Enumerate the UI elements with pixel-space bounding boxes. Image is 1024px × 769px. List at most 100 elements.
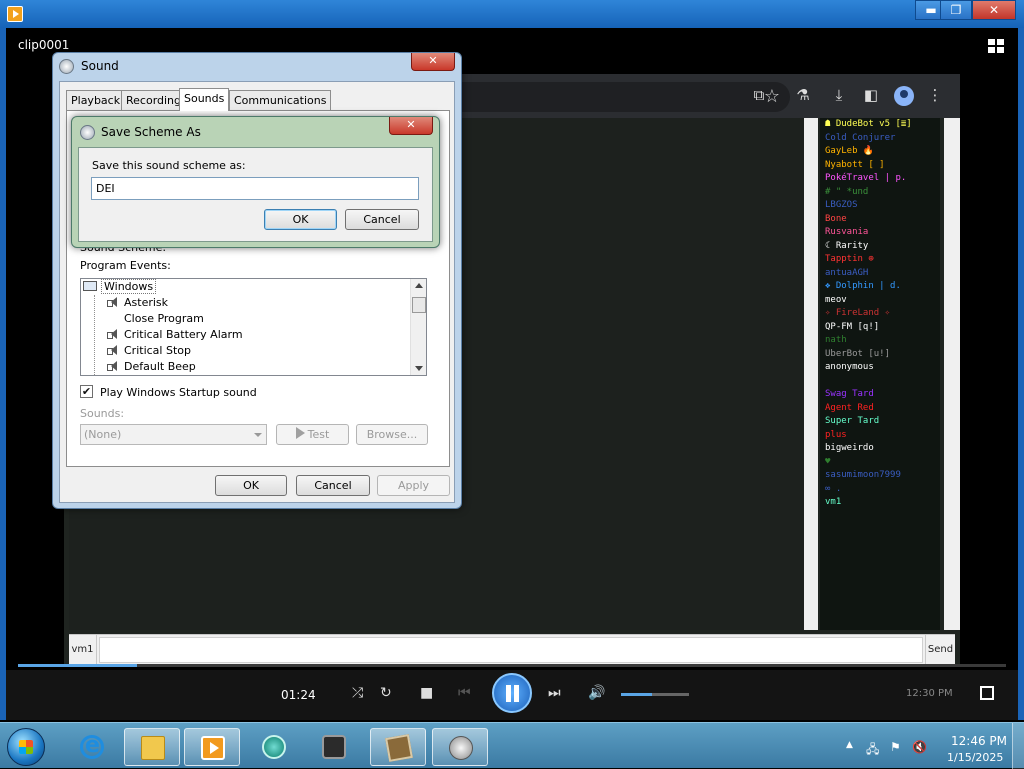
user-list-item[interactable]: antuaAGH — [820, 267, 940, 281]
download-icon[interactable]: ⤓ — [830, 86, 848, 104]
volume-slider[interactable] — [621, 693, 689, 696]
stop-icon[interactable]: ■ — [420, 685, 433, 701]
user-list-item[interactable]: Cold Conjurer — [820, 132, 940, 146]
user-list-item[interactable]: QP-FM [q!] — [820, 321, 940, 335]
volume-icon[interactable]: 🔊 — [588, 685, 605, 701]
sounds-dropdown[interactable]: (None) — [80, 424, 267, 445]
start-button[interactable] — [7, 728, 45, 766]
clock-date[interactable]: 1/15/2025 — [947, 751, 1003, 764]
tree-connector-line — [94, 295, 95, 375]
user-list-item[interactable]: ♥ — [820, 456, 940, 470]
tab-sounds[interactable]: Sounds — [179, 88, 230, 111]
browse-button[interactable]: Browse... — [356, 424, 428, 445]
extensions-icon[interactable]: ⧉ — [750, 86, 768, 104]
user-list-item[interactable]: Nyabott [ ] — [820, 159, 940, 173]
labs-flask-icon[interactable]: ⚗ — [794, 86, 812, 104]
user-list-item[interactable]: ☗ DudeBot v5 [≣] — [820, 118, 940, 132]
user-list-item[interactable]: Swag Tard — [820, 388, 940, 402]
program-events-list[interactable]: Windows Asterisk Close Program Critical … — [80, 278, 427, 376]
user-list-item[interactable]: ✧ FireLand ✧ — [820, 307, 940, 321]
sounds-dropdown-value: (None) — [84, 428, 122, 441]
user-list-item[interactable]: sasumimoon7999 — [820, 469, 940, 483]
profile-avatar[interactable] — [894, 86, 914, 106]
sound-speaker-icon — [107, 329, 118, 340]
taskbar-app-green[interactable] — [246, 728, 302, 766]
test-button[interactable]: Test — [276, 424, 349, 445]
scroll-thumb[interactable] — [412, 297, 426, 313]
send-button[interactable]: Send — [925, 635, 955, 665]
elapsed-time: 01:24 — [281, 688, 316, 702]
user-list-item[interactable]: anonymous — [820, 361, 940, 375]
user-list-item[interactable]: ❖ Dolphin | d. — [820, 280, 940, 294]
user-list-item[interactable]: LBGZOS — [820, 199, 940, 213]
user-list-scrollbar[interactable] — [944, 118, 960, 630]
network-icon[interactable]: 🖧 — [866, 740, 879, 761]
volume-muted-icon[interactable]: 🔇 — [912, 740, 927, 754]
scroll-up-arrow-icon[interactable] — [415, 283, 423, 288]
tab-recording[interactable]: Recording — [121, 90, 187, 110]
user-list-item[interactable]: meov — [820, 294, 940, 308]
taskbar-file-explorer[interactable] — [124, 728, 180, 766]
action-center-flag-icon[interactable]: ⚑ — [890, 740, 901, 754]
user-list-item[interactable]: UberBot [u!] — [820, 348, 940, 362]
shuffle-icon[interactable]: ⤮ — [352, 685, 363, 701]
user-list-item[interactable] — [820, 375, 940, 389]
user-list-item[interactable]: ∞ . — [820, 483, 940, 497]
chat-scrollbar[interactable] — [804, 118, 818, 630]
taskbar-package-app[interactable] — [370, 728, 426, 766]
chat-input-row: vm1 Send — [69, 634, 955, 665]
sound-close-button[interactable]: ✕ — [411, 53, 455, 71]
user-list-item[interactable]: Super Tard — [820, 415, 940, 429]
user-list-item[interactable]: ☾ Rarity — [820, 240, 940, 254]
scheme-name-input[interactable]: DEI — [91, 177, 419, 200]
scroll-down-arrow-icon[interactable] — [415, 366, 423, 371]
user-list-item[interactable]: PokéTravel | p. — [820, 172, 940, 186]
save-close-button[interactable]: ✕ — [389, 117, 433, 135]
user-list-item[interactable]: vm1 — [820, 496, 940, 510]
user-list-item[interactable]: plus — [820, 429, 940, 443]
show-hidden-icons-icon[interactable]: ▲ — [846, 740, 853, 750]
event-group-windows[interactable]: Windows — [83, 279, 157, 295]
event-label: Critical Stop — [124, 344, 191, 357]
pause-button[interactable] — [492, 673, 532, 713]
speaker-icon — [80, 125, 95, 140]
user-list-item[interactable]: Rusvania — [820, 226, 940, 240]
events-scrollbar[interactable] — [410, 279, 426, 375]
save-ok-button[interactable]: OK — [264, 209, 337, 230]
sound-dialog-title: Sound — [81, 59, 119, 73]
show-desktop-button[interactable] — [1012, 723, 1024, 769]
cancel-button[interactable]: Cancel — [296, 475, 370, 496]
switch-to-library-icon[interactable] — [988, 39, 1004, 53]
apply-button[interactable]: Apply — [377, 475, 450, 496]
user-list-item[interactable]: nath — [820, 334, 940, 348]
video-clock-text: 12:30 PM — [906, 688, 953, 699]
next-icon[interactable]: ⏭ — [548, 685, 561, 701]
user-list-item[interactable]: Bone — [820, 213, 940, 227]
user-list-item[interactable]: Tapptin ⊕ — [820, 253, 940, 267]
seek-bar[interactable] — [18, 664, 1006, 667]
menu-kebab-icon[interactable]: ⋮ — [926, 86, 944, 104]
user-list-item[interactable]: Agent Red — [820, 402, 940, 416]
side-panel-icon[interactable]: ◧ — [862, 86, 880, 104]
fullscreen-icon[interactable] — [980, 686, 994, 700]
taskbar-internet-explorer[interactable] — [64, 728, 120, 766]
repeat-icon[interactable]: ↻ — [380, 685, 392, 701]
speaker-icon — [449, 736, 473, 760]
startup-sound-checkbox[interactable]: ✔ — [80, 385, 93, 398]
program-events-label: Program Events: — [80, 259, 171, 272]
clock-time[interactable]: 12:46 PM — [951, 734, 1007, 748]
tab-communications[interactable]: Communications — [229, 90, 332, 110]
user-list-item[interactable]: # " *und — [820, 186, 940, 200]
user-list-item[interactable]: bigweirdo — [820, 442, 940, 456]
user-list-item[interactable]: GayLeb 🔥 — [820, 145, 940, 159]
message-input[interactable] — [99, 637, 923, 663]
taskbar-media-player[interactable] — [184, 728, 240, 766]
taskbar-sound[interactable] — [432, 728, 488, 766]
taskbar-disk-tool[interactable] — [306, 728, 362, 766]
tab-playback[interactable]: Playback — [66, 90, 126, 110]
maximize-button[interactable]: ❐ — [940, 0, 972, 20]
ok-button[interactable]: OK — [215, 475, 287, 496]
previous-icon[interactable]: ⏮ — [458, 685, 471, 701]
save-cancel-button[interactable]: Cancel — [345, 209, 419, 230]
close-button[interactable]: ✕ — [972, 0, 1016, 20]
